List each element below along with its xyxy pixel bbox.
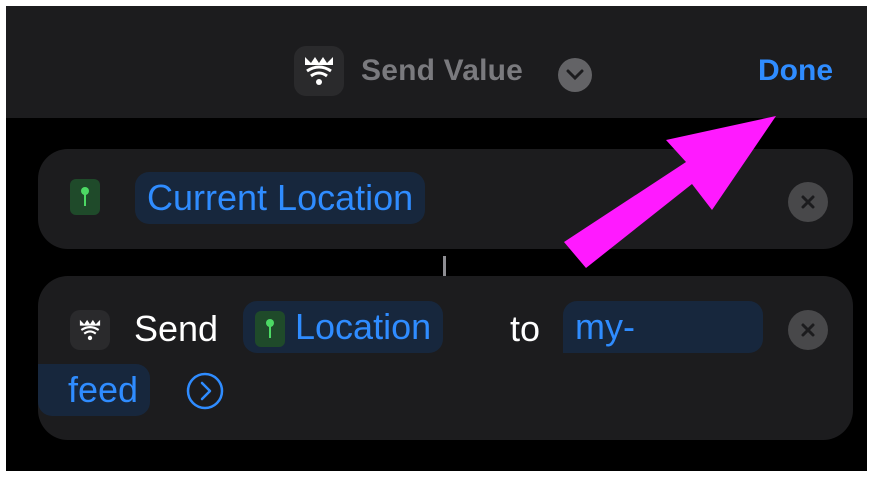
feed-parameter-part2[interactable]: feed <box>38 364 151 416</box>
shortcut-editor: Send Value Done Current Location Send Lo… <box>6 6 867 471</box>
map-pin-icon <box>255 311 285 348</box>
send-label: Send <box>134 308 219 349</box>
app-icon <box>294 46 344 96</box>
action-header: Send Value Done <box>6 6 867 118</box>
chevron-right-circle-icon[interactable] <box>186 372 224 410</box>
to-label: to <box>510 308 541 349</box>
app-icon <box>70 310 110 350</box>
feed-parameter-part1[interactable]: my- <box>563 301 763 353</box>
current-location-variable[interactable]: Current Location <box>135 172 426 224</box>
close-icon[interactable] <box>788 310 828 350</box>
send-value-action[interactable]: Send Location to my- feed <box>38 276 853 440</box>
done-button[interactable]: Done <box>758 54 833 88</box>
current-location-action[interactable]: Current Location <box>38 149 853 249</box>
location-variable[interactable]: Location <box>243 301 444 353</box>
action-connector <box>443 256 446 278</box>
close-icon[interactable] <box>788 182 828 222</box>
location-label: Location <box>295 306 432 347</box>
chevron-down-icon[interactable] <box>558 58 592 92</box>
map-pin-icon <box>70 179 100 215</box>
action-title[interactable]: Send Value <box>361 54 523 88</box>
